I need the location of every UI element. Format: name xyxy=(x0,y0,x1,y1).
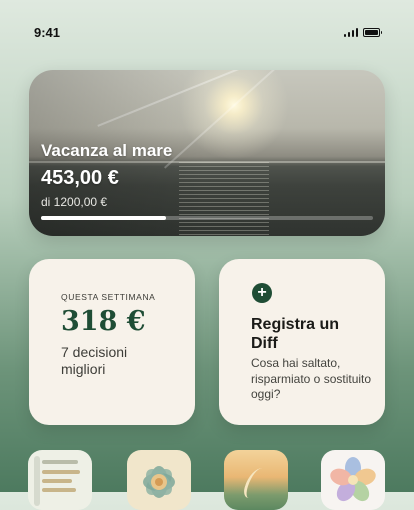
register-subtitle: Cosa hai saltato, risparmiato o sostitui… xyxy=(251,356,372,401)
weekly-description: 7 decisioni migliori xyxy=(61,344,128,377)
weekly-label: QUESTA SETTIMANA xyxy=(61,292,156,302)
plus-icon[interactable]: + xyxy=(252,283,272,303)
goal-progress-bar xyxy=(41,216,373,220)
notes-icon[interactable] xyxy=(28,450,92,510)
goal-saved-amount: 453,00 € xyxy=(41,167,119,189)
status-time: 9:41 xyxy=(34,25,61,40)
savings-goal-card[interactable]: Vacanza al mare 453,00 € di 1200,00 € xyxy=(29,70,385,236)
battery-icon xyxy=(363,28,382,37)
weekly-summary-card[interactable]: QUESTA SETTIMANA 318 € 7 decisioni migli… xyxy=(29,259,195,425)
register-title: Registra un Diff xyxy=(251,316,340,352)
mandala-icon[interactable] xyxy=(127,450,191,510)
status-icons xyxy=(343,28,382,37)
signal-icon xyxy=(343,28,358,37)
goal-target: di 1200,00 € xyxy=(41,195,108,209)
goal-progress-fill xyxy=(41,216,167,220)
goal-title: Vacanza al mare xyxy=(41,141,173,160)
shortcut-tiles xyxy=(0,450,414,510)
status-bar: 9:41 xyxy=(0,0,414,44)
flower-icon[interactable] xyxy=(321,450,385,510)
weekly-amount: 318 € xyxy=(61,306,146,337)
register-diff-card[interactable]: + Registra un Diff Cosa hai saltato, ris… xyxy=(219,259,385,425)
landscape-icon[interactable] xyxy=(224,450,288,510)
